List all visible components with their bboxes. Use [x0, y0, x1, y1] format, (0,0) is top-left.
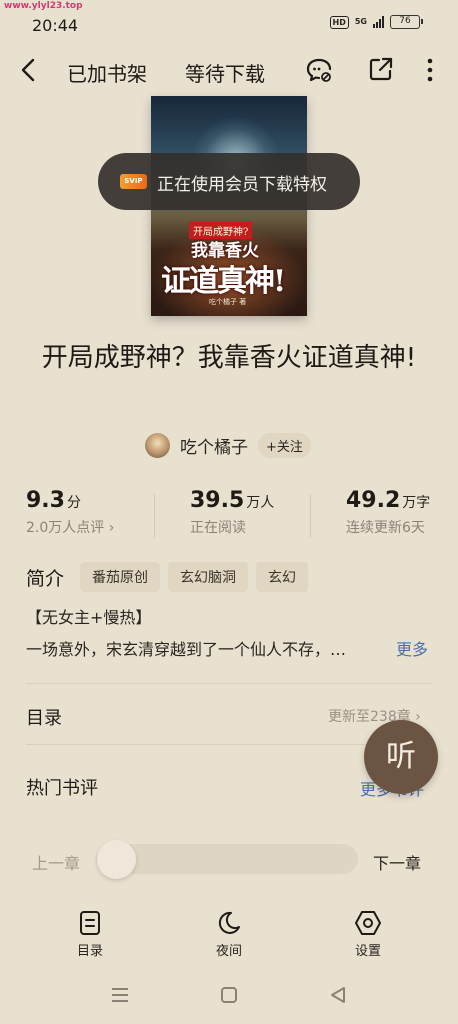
network-type-icon: 5G — [354, 17, 367, 26]
tag-chip[interactable]: 番茄原创 — [80, 562, 161, 592]
recent-apps-icon[interactable] — [110, 986, 130, 1004]
follow-button[interactable]: +关注 — [258, 432, 311, 458]
wordcount-stat: 49.2 万字 连续更新6天 — [346, 488, 430, 537]
battery-icon: 76 — [390, 15, 423, 29]
night-mode-label: 夜间 — [215, 944, 242, 959]
readers-label: 正在阅读 — [190, 520, 246, 536]
next-chapter-button[interactable]: 下一章 — [373, 850, 421, 874]
settings-icon — [355, 911, 381, 935]
prev-chapter-button[interactable]: 上一章 — [32, 850, 80, 874]
top-bar: 已加书架 等待下载 — [0, 48, 458, 94]
section-divider — [26, 683, 432, 684]
back-arrow-icon[interactable] — [16, 56, 42, 84]
slider-handle[interactable] — [97, 840, 136, 879]
hd-icon: HD — [329, 15, 349, 29]
author-row: 吃个橘子 +关注 — [145, 430, 311, 460]
intro-more-link[interactable]: 更多 — [396, 636, 428, 660]
rating-stat[interactable]: 9.3 分 2.0万人点评 › — [26, 488, 114, 537]
bottom-toolbar: 目录 夜间 设置 — [0, 900, 458, 966]
stat-divider — [154, 494, 155, 538]
settings-label: 设置 — [354, 944, 381, 959]
author-name[interactable]: 吃个橘子 — [180, 433, 248, 458]
status-icons: HD 5G 76 — [329, 15, 423, 29]
svip-badge: SVIP — [120, 174, 147, 189]
book-stats: 9.3 分 2.0万人点评 › 39.5 万人 正在阅读 49.2 万字 连续更新6天 — [0, 488, 458, 548]
tag-chip[interactable]: 玄幻脑洞 — [168, 562, 249, 592]
intro-row: 简介 番茄原创 玄幻脑洞 玄幻 — [26, 561, 309, 593]
vip-download-toast: SVIP 正在使用会员下载特权 — [98, 153, 360, 210]
system-navigation-bar — [0, 972, 458, 1018]
download-status-button[interactable]: 等待下载 — [185, 58, 265, 87]
cover-title-line2: 证道真神! — [161, 264, 286, 299]
wordcount-value: 49.2 — [346, 488, 401, 513]
home-icon[interactable] — [220, 986, 238, 1004]
catalog-button[interactable]: 目录 — [60, 910, 120, 959]
toast-text: 正在使用会员下载特权 — [157, 175, 327, 195]
rating-value: 9.3 — [26, 488, 65, 513]
share-icon[interactable] — [368, 56, 394, 82]
added-to-shelf-button[interactable]: 已加书架 — [67, 58, 147, 87]
update-streak: 连续更新6天 — [346, 520, 425, 536]
toc-label[interactable]: 目录 — [26, 704, 62, 730]
catalog-icon — [80, 911, 100, 935]
status-time: 20:44 — [32, 16, 79, 35]
intro-label: 简介 — [26, 567, 65, 590]
hot-reviews-label: 热门书评 — [26, 778, 98, 799]
rating-count: 2.0万人点评 › — [26, 520, 115, 536]
author-avatar[interactable] — [145, 432, 170, 458]
wordcount-unit: 万字 — [402, 495, 431, 511]
system-back-icon[interactable] — [329, 986, 347, 1004]
readers-unit: 万人 — [246, 495, 275, 511]
tag-chip[interactable]: 玄幻 — [256, 562, 309, 592]
status-bar: 20:44 HD 5G 76 — [0, 0, 458, 50]
signal-icon — [373, 16, 384, 28]
listen-button[interactable]: 听 — [364, 720, 438, 794]
catalog-label: 目录 — [76, 944, 103, 959]
stat-divider — [310, 494, 311, 538]
book-title: 开局成野神？我靠香火证道真神! — [41, 343, 417, 373]
readers-stat: 39.5 万人 正在阅读 — [190, 488, 274, 537]
night-mode-icon — [218, 911, 240, 934]
settings-button[interactable]: 设置 — [338, 910, 398, 959]
intro-text-line1: 【无女主+慢热】 — [26, 608, 152, 627]
cover-author: 吃个橘子 著 — [209, 298, 247, 306]
night-mode-button[interactable]: 夜间 — [199, 910, 259, 959]
more-options-icon[interactable] — [421, 56, 439, 84]
readers-value: 39.5 — [190, 488, 245, 513]
comment-settings-icon[interactable] — [305, 56, 333, 84]
intro-text-line2[interactable]: 一场意外，宋玄清穿越到了一个仙人不存，… — [26, 636, 386, 660]
rating-unit: 分 — [66, 495, 81, 511]
